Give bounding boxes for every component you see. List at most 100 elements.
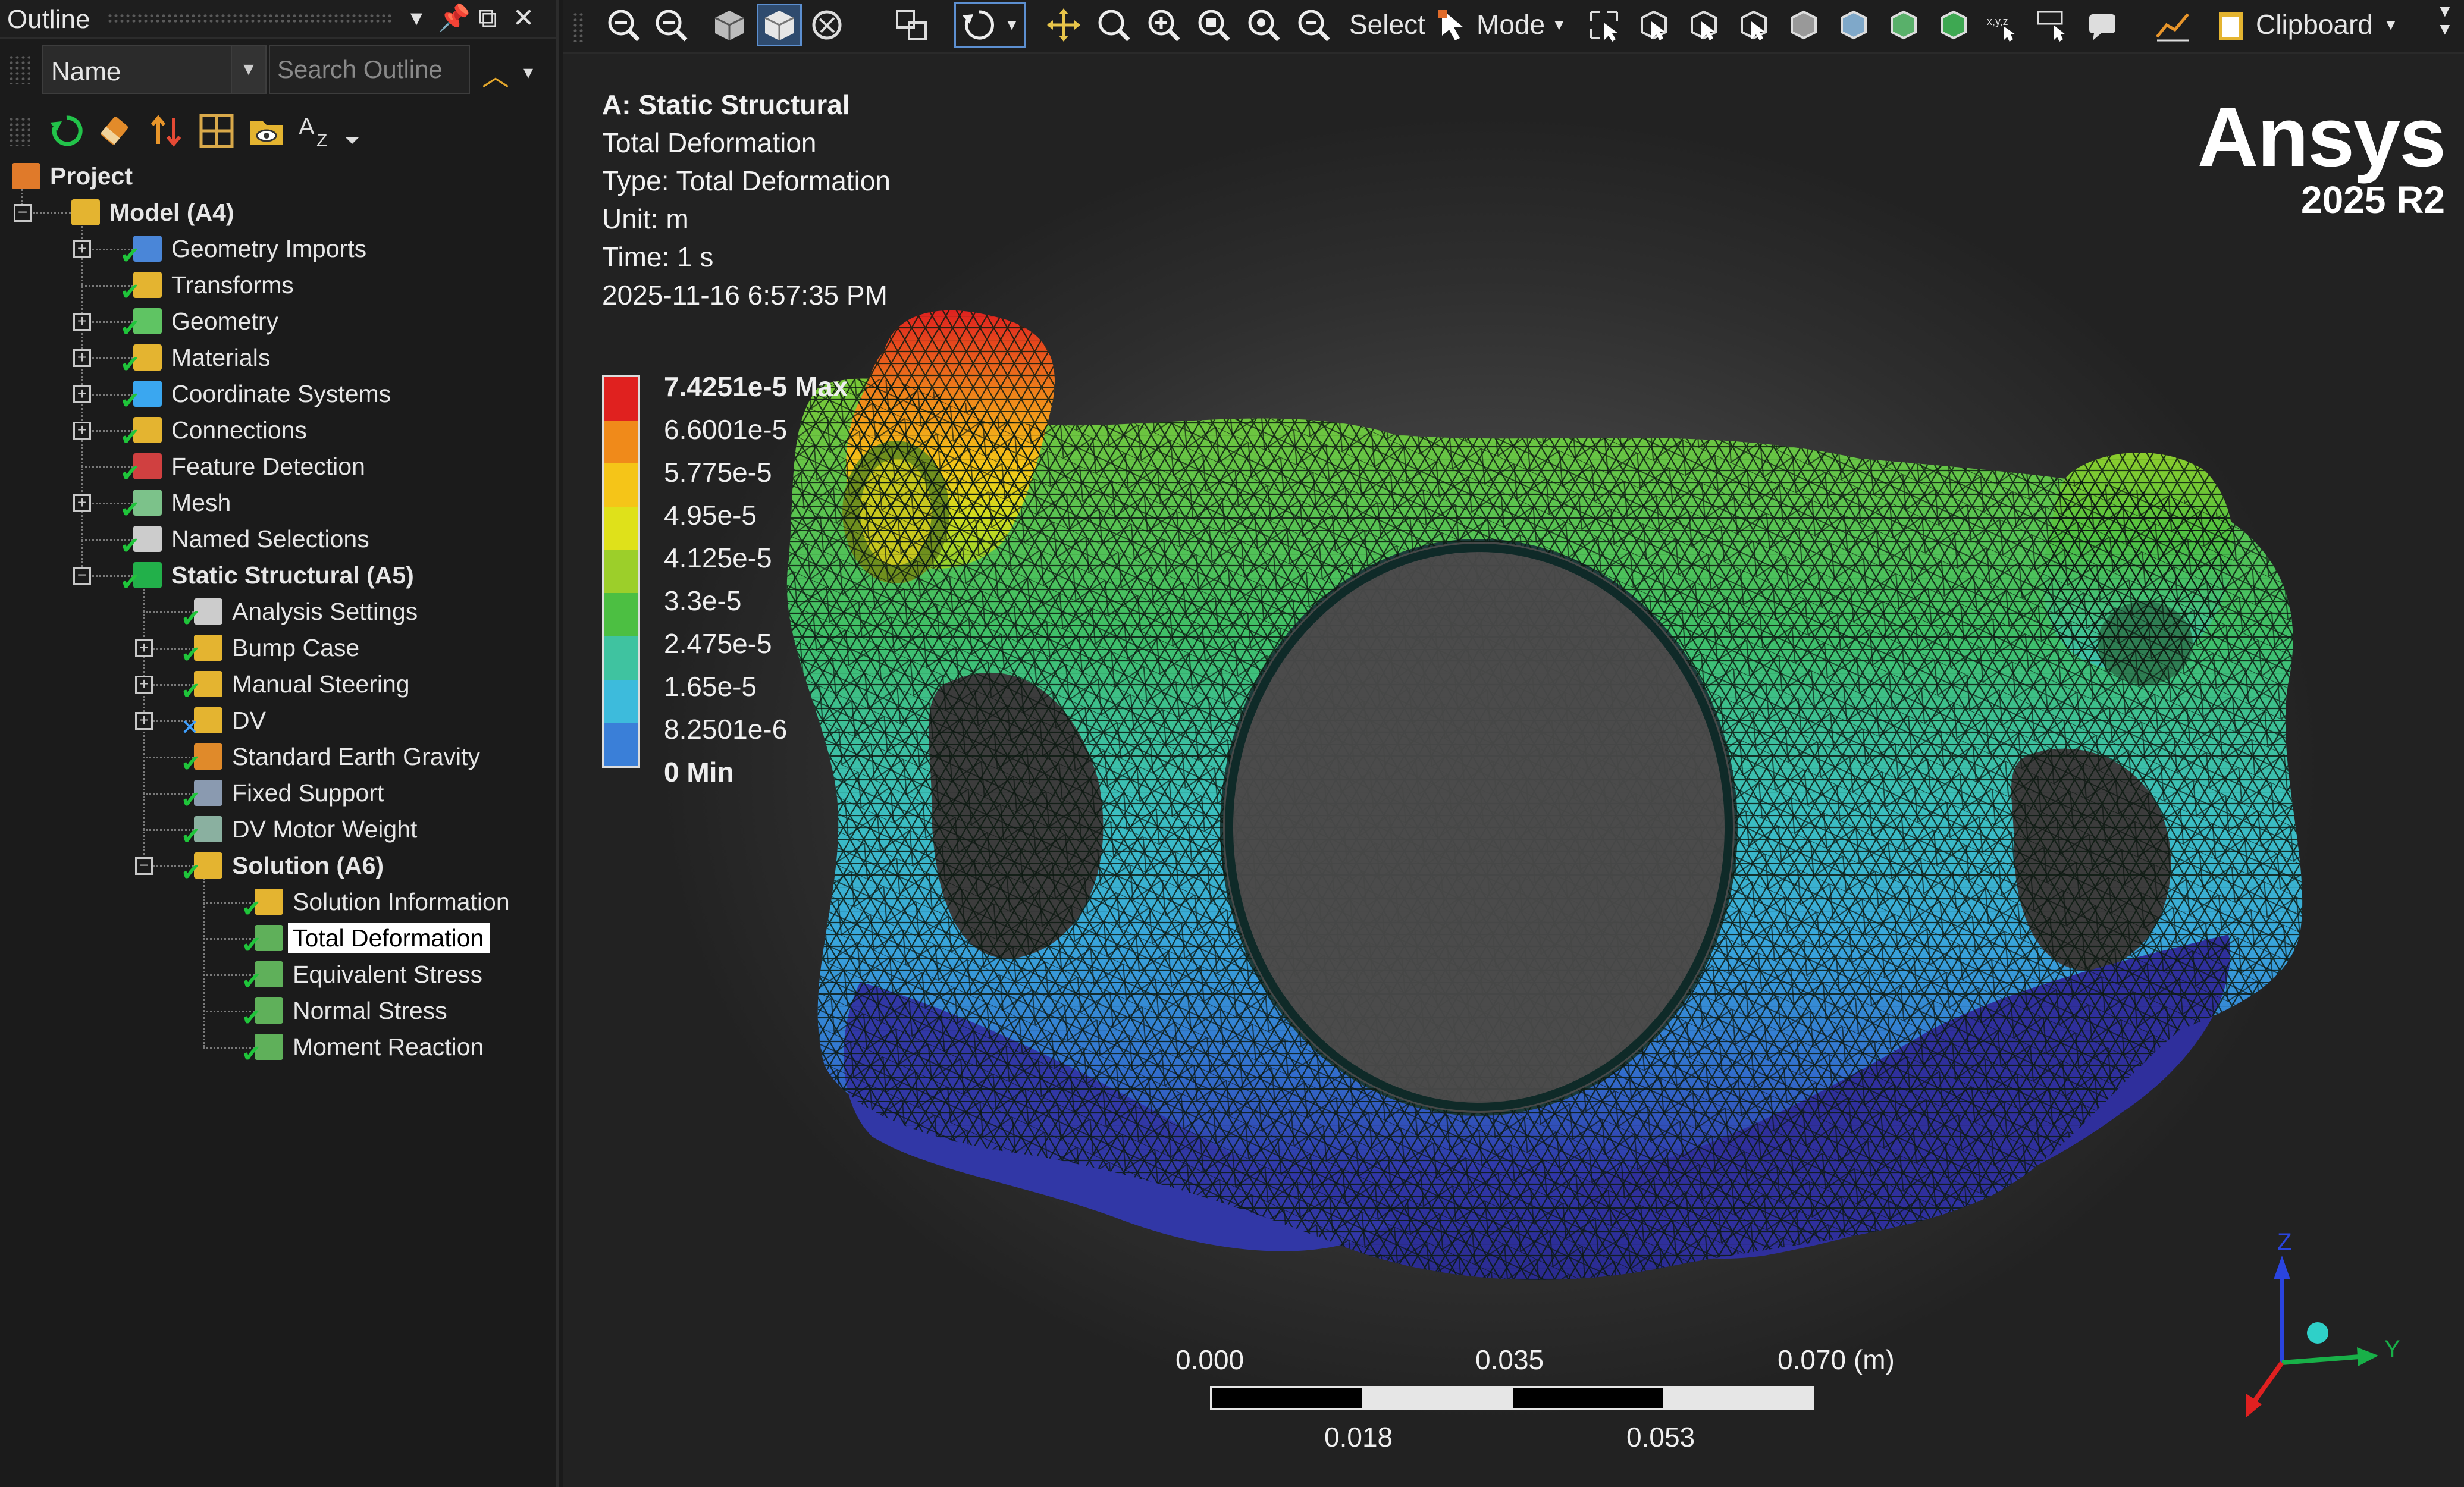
select-node-icon[interactable] xyxy=(1836,7,1871,43)
probe-select-icon[interactable] xyxy=(2036,7,2071,43)
name-filter-select[interactable]: Name ▼ xyxy=(42,45,267,94)
tree-item-dv-motor-weight[interactable]: ✔ DV Motor Weight xyxy=(0,811,553,848)
select-green-body-icon[interactable] xyxy=(1936,7,1971,43)
select-body-icon[interactable] xyxy=(1736,7,1772,43)
tree-item-moment-reaction[interactable]: ✔ Moment Reaction xyxy=(0,1029,553,1066)
magnifier-icon[interactable] xyxy=(1296,7,1331,43)
zoom-in-icon[interactable] xyxy=(1146,7,1181,43)
expand-icon[interactable]: + xyxy=(135,676,153,694)
cursor-icon[interactable] xyxy=(1436,7,1472,43)
chart-icon[interactable] xyxy=(2155,7,2190,43)
color-legend-bar[interactable] xyxy=(602,375,640,768)
tree-item-model-a4[interactable]: − Model (A4) xyxy=(0,194,553,230)
search-outline-input[interactable] xyxy=(269,45,470,94)
panel-menu-button[interactable]: ▼ xyxy=(402,4,431,33)
folder-eye-icon[interactable] xyxy=(247,112,286,150)
select-button[interactable]: Select xyxy=(1349,8,1425,40)
select-edge-icon[interactable] xyxy=(1636,7,1672,43)
tree-item-coordinate-systems[interactable]: + ✔ Coordinate Systems xyxy=(0,376,553,413)
collapse-icon[interactable]: − xyxy=(14,204,32,222)
copy-view-icon[interactable] xyxy=(894,7,929,43)
select-element-icon[interactable] xyxy=(1786,7,1822,43)
tree-item-feature-detection[interactable]: ✔ Feature Detection xyxy=(0,448,553,485)
search-up-icon[interactable]: ︿ xyxy=(482,55,509,94)
graphics-options-icon[interactable] xyxy=(809,7,845,43)
legend-label: 2.475e-5 xyxy=(664,628,772,659)
mode-button[interactable]: Mode xyxy=(1476,8,1545,40)
tree-item-static-structural-a5[interactable]: − ✔ Static Structural (A5) xyxy=(0,557,553,594)
tree-item-standard-earth-gravity[interactable]: ✔ Standard Earth Gravity xyxy=(0,739,553,776)
drag-grip[interactable] xyxy=(107,13,393,24)
annotation-icon[interactable] xyxy=(2086,7,2121,43)
tree-item-transforms[interactable]: ✔ Transforms xyxy=(0,267,553,304)
tree-item-mesh[interactable]: + ✔ Mesh xyxy=(0,485,553,522)
collapse-icon[interactable]: − xyxy=(135,857,153,875)
zoom-out-alt-icon[interactable] xyxy=(653,7,689,43)
toolbar-grip[interactable] xyxy=(572,12,584,42)
zoom-out-icon[interactable] xyxy=(606,7,641,43)
float-window-icon[interactable]: ⧉ xyxy=(474,4,502,33)
tree-item-analysis-settings[interactable]: ✔ Analysis Settings xyxy=(0,594,553,630)
mode-dropdown-icon[interactable]: ▼ xyxy=(1551,15,1567,34)
tree-item-label: Analysis Settings xyxy=(232,598,418,625)
expand-icon[interactable]: + xyxy=(73,313,91,331)
shaded-cube-icon[interactable] xyxy=(761,7,797,43)
toolbar-grip[interactable] xyxy=(8,117,30,146)
grid-icon[interactable] xyxy=(198,112,236,150)
refresh-icon[interactable] xyxy=(48,112,86,150)
tree-item-manual-steering[interactable]: + ✔ Manual Steering xyxy=(0,666,553,703)
tree-item-bump-case[interactable]: + ✔ Bump Case xyxy=(0,630,553,667)
tree-item-dv[interactable]: + ✕ DV xyxy=(0,702,553,739)
box-zoom-icon[interactable] xyxy=(1196,7,1231,43)
axis-triad[interactable]: Z Y xyxy=(2222,1184,2401,1458)
tree-item-connections[interactable]: + ✔ Connections xyxy=(0,412,553,449)
toolbar-grip[interactable] xyxy=(8,55,30,84)
search-options-icon[interactable]: ▾ xyxy=(523,61,533,83)
zoom-to-fit-icon[interactable] xyxy=(1246,7,1281,43)
expand-icon[interactable]: + xyxy=(73,422,91,440)
chevron-down-icon[interactable]: ▼ xyxy=(231,46,265,93)
close-icon[interactable]: ✕ xyxy=(509,4,538,33)
collapse-icon[interactable]: − xyxy=(73,567,91,585)
sort-icon[interactable] xyxy=(148,112,186,150)
legend-label: 5.775e-5 xyxy=(664,457,772,488)
rotate-icon[interactable] xyxy=(961,7,997,43)
zoom-icon[interactable] xyxy=(1096,7,1131,43)
tree-item-geometry[interactable]: + ✔ Geometry xyxy=(0,303,553,340)
wireframe-cube-icon[interactable] xyxy=(711,7,747,43)
select-mesh-icon[interactable] xyxy=(1886,7,1921,43)
pan-icon[interactable] xyxy=(1046,7,1081,43)
expand-icon[interactable]: + xyxy=(73,240,91,258)
tree-item-normal-stress[interactable]: ✔ Normal Stress xyxy=(0,993,553,1030)
tree-item-label: Solution (A6) xyxy=(232,852,384,879)
expand-icon[interactable]: + xyxy=(73,494,91,512)
suppressed-icon: ✕ xyxy=(181,715,199,739)
tree-item-materials[interactable]: + ✔ Materials xyxy=(0,340,553,377)
deformation-model[interactable] xyxy=(563,54,2464,1487)
tree-item-geometry-imports[interactable]: + ✔ Geometry Imports xyxy=(0,231,553,268)
tree-item-solution-a6[interactable]: − ✔ Solution (A6) xyxy=(0,848,553,884)
tree-item-project[interactable]: Project xyxy=(0,158,553,194)
expand-icon[interactable]: + xyxy=(135,639,153,657)
tree-item-equivalent-stress[interactable]: ✔ Equivalent Stress xyxy=(0,956,553,993)
eraser-icon[interactable] xyxy=(98,112,136,150)
pin-icon[interactable]: 📌 xyxy=(438,4,471,33)
clipboard-button[interactable]: Clipboard xyxy=(2256,8,2373,40)
alphabetical-sort-icon[interactable]: A Z xyxy=(297,112,363,150)
coordinate-select-icon[interactable]: x,y,z xyxy=(1986,7,2021,43)
tree-item-fixed-support[interactable]: ✔ Fixed Support xyxy=(0,775,553,812)
clipboard-dropdown-icon[interactable]: ▼ xyxy=(2383,15,2399,34)
expand-icon[interactable]: + xyxy=(73,385,91,403)
clipboard-icon[interactable] xyxy=(2214,7,2250,43)
select-vertex-icon[interactable] xyxy=(1586,7,1622,43)
tree-item-solution-information[interactable]: ✔ Solution Information xyxy=(0,884,553,921)
expand-icon[interactable]: + xyxy=(73,349,91,367)
expand-icon[interactable]: + xyxy=(135,712,153,730)
toolbar-overflow-icon[interactable]: ▼ ▼ xyxy=(2437,2,2453,38)
tree-item-label: DV xyxy=(232,707,266,734)
rotate-dropdown-icon[interactable]: ▼ xyxy=(1004,15,1020,34)
tree-item-named-selections[interactable]: ✔ Named Selections xyxy=(0,521,553,558)
select-face-icon[interactable] xyxy=(1686,7,1722,43)
graphics-viewport[interactable]: A: Static Structural Total Deformation T… xyxy=(563,54,2464,1487)
tree-item-total-deformation[interactable]: ✔ Total Deformation xyxy=(0,920,553,957)
